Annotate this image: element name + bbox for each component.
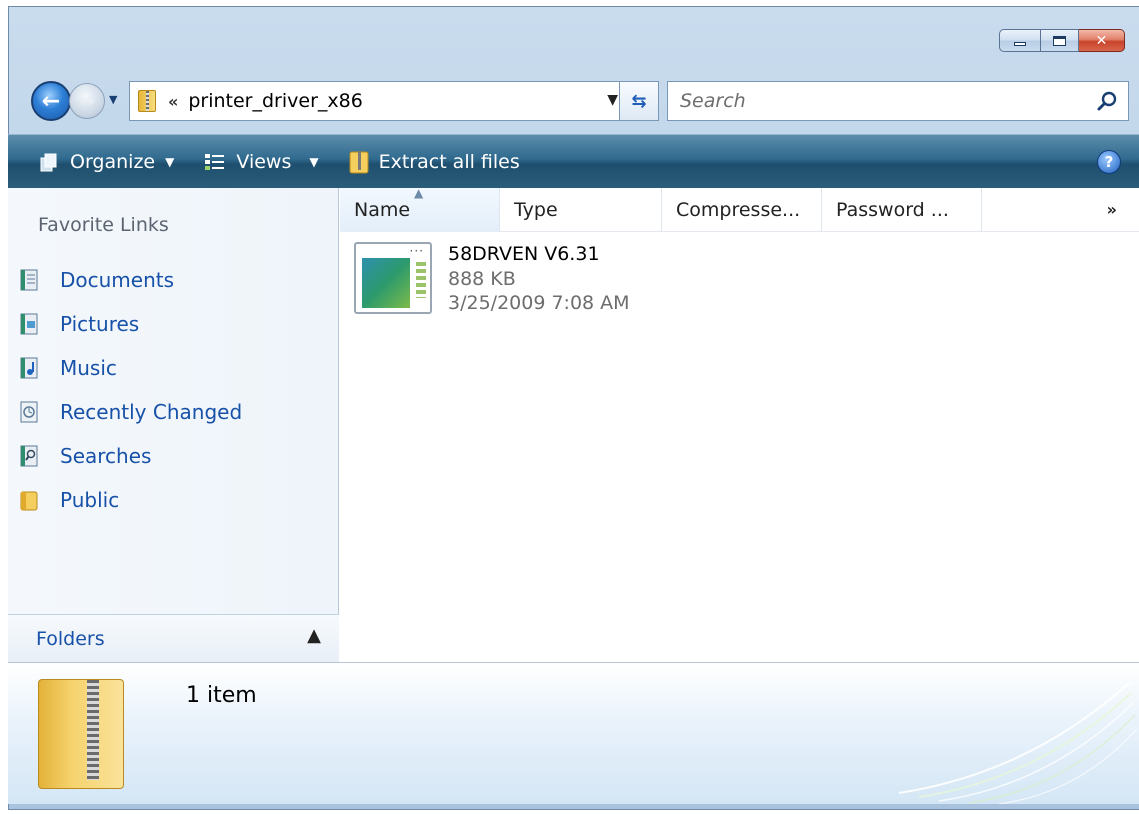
help-icon: ? [1104, 153, 1114, 171]
file-meta: 58DRVEN V6.31 888 KB 3/25/2009 7:08 AM [448, 242, 630, 316]
file-date: 3/25/2009 7:08 AM [448, 292, 630, 315]
sidebar-item-label: Documents [60, 268, 175, 292]
thumbnail-dots: ··· [409, 244, 424, 258]
column-header-type[interactable]: Type [500, 188, 662, 232]
folders-label: Folders [36, 627, 105, 650]
favorite-links-list: Documents Pictures Music Recently Change… [20, 258, 242, 522]
chevron-down-icon: ▼ [165, 154, 175, 169]
column-header-password[interactable]: Password ... [822, 188, 982, 232]
extract-all-files-button[interactable]: Extract all files [349, 150, 520, 174]
organize-icon [40, 153, 57, 171]
views-label: Views [236, 150, 292, 173]
column-header-label: Type [514, 199, 558, 221]
address-dropdown-button[interactable]: ▼ [607, 92, 618, 108]
file-item[interactable]: ··· 58DRVEN V6.31 888 KB 3/25/2009 7:08 … [354, 242, 630, 316]
thumbnail-bars [416, 262, 426, 298]
maximize-button[interactable] [1041, 29, 1079, 52]
close-icon: ✕ [1095, 32, 1108, 49]
sidebar-item-recently-changed[interactable]: Recently Changed [20, 390, 242, 434]
back-arrow-icon: ← [41, 88, 61, 114]
sidebar-item-label: Pictures [60, 312, 140, 336]
organize-label: Organize [70, 150, 156, 173]
forward-button[interactable]: → [69, 83, 105, 119]
column-header-label: Password ... [836, 199, 949, 221]
file-list-pane: ▲ Name Type Compresse... Password ... » … [340, 186, 1139, 662]
sidebar-item-label: Recently Changed [60, 400, 243, 424]
refresh-button[interactable]: ⇆ [619, 81, 659, 121]
decorative-swoosh [898, 682, 1138, 804]
column-header-label: Compresse... [676, 199, 801, 221]
chevron-down-icon: ▼ [109, 93, 118, 106]
organize-button[interactable]: Organize ▼ [40, 151, 174, 173]
sidebar-item-music[interactable]: Music [20, 346, 242, 390]
zip-folder-icon [349, 151, 369, 173]
views-icon [205, 153, 225, 170]
minimize-button[interactable] [999, 29, 1041, 52]
caption-buttons: ✕ [999, 29, 1125, 52]
search-icon[interactable] [1096, 90, 1118, 112]
sidebar-item-label: Public [60, 488, 120, 512]
sidebar-item-searches[interactable]: Searches [20, 434, 242, 478]
music-icon [20, 357, 38, 379]
zip-folder-icon [138, 90, 156, 112]
chevron-up-icon: ▲ [307, 625, 321, 646]
help-button[interactable]: ? [1097, 150, 1121, 174]
sort-ascending-icon: ▲ [414, 186, 424, 200]
path-overflow-chevron[interactable]: « [168, 92, 178, 111]
forward-arrow-icon: → [79, 90, 95, 112]
column-header-name[interactable]: ▲ Name [340, 186, 500, 232]
public-folder-icon [20, 491, 38, 511]
file-size: 888 KB [448, 267, 516, 290]
views-button[interactable]: Views ▼ [204, 150, 319, 173]
column-header-compressed[interactable]: Compresse... [662, 188, 822, 232]
navigation-pane: Favorite Links Documents Pictures Music … [8, 188, 339, 662]
column-headers: ▲ Name Type Compresse... Password ... » [340, 186, 1139, 232]
zip-folder-large-icon [38, 679, 124, 789]
sidebar-item-label: Music [60, 356, 117, 380]
refresh-icon: ⇆ [631, 90, 647, 112]
details-pane: 1 item [8, 662, 1139, 804]
more-columns-button[interactable]: » [1107, 200, 1117, 219]
address-path[interactable]: printer_driver_x86 [188, 90, 362, 112]
sidebar-item-documents[interactable]: Documents [20, 258, 242, 302]
chevron-down-icon: ▼ [309, 154, 319, 169]
file-name: 58DRVEN V6.31 [448, 243, 600, 265]
recently-changed-icon [20, 401, 38, 423]
back-button[interactable]: ← [31, 81, 71, 121]
thumbnail-image [362, 258, 410, 308]
pictures-icon [20, 313, 38, 335]
extract-all-files-label: Extract all files [378, 150, 520, 173]
folders-toggle[interactable]: Folders ▲ [8, 614, 339, 662]
close-button[interactable]: ✕ [1079, 29, 1125, 52]
sidebar-item-label: Searches [60, 444, 152, 468]
search-input[interactable] [680, 90, 1060, 112]
column-header-label: Name [354, 199, 411, 221]
search-box[interactable] [667, 81, 1129, 121]
sidebar-item-public[interactable]: Public [20, 478, 242, 522]
maximize-icon [1053, 35, 1066, 46]
sidebar-item-pictures[interactable]: Pictures [20, 302, 242, 346]
minimize-icon [1014, 41, 1026, 46]
navigation-bar: ← → ▼ « printer_driver_x86 ▼ ⇆ [31, 79, 1131, 123]
searches-icon [20, 445, 38, 467]
command-bar: Organize ▼ Views ▼ Extract all files ? [8, 134, 1139, 188]
history-dropdown-button[interactable]: ▼ [109, 93, 117, 106]
favorite-links-title: Favorite Links [38, 214, 169, 236]
file-thumbnail-icon: ··· [354, 242, 432, 314]
main-area: Favorite Links Documents Pictures Music … [8, 186, 1139, 662]
item-count: 1 item [186, 683, 257, 708]
address-bar[interactable]: « printer_driver_x86 ▼ [129, 81, 649, 121]
documents-icon [20, 269, 38, 291]
